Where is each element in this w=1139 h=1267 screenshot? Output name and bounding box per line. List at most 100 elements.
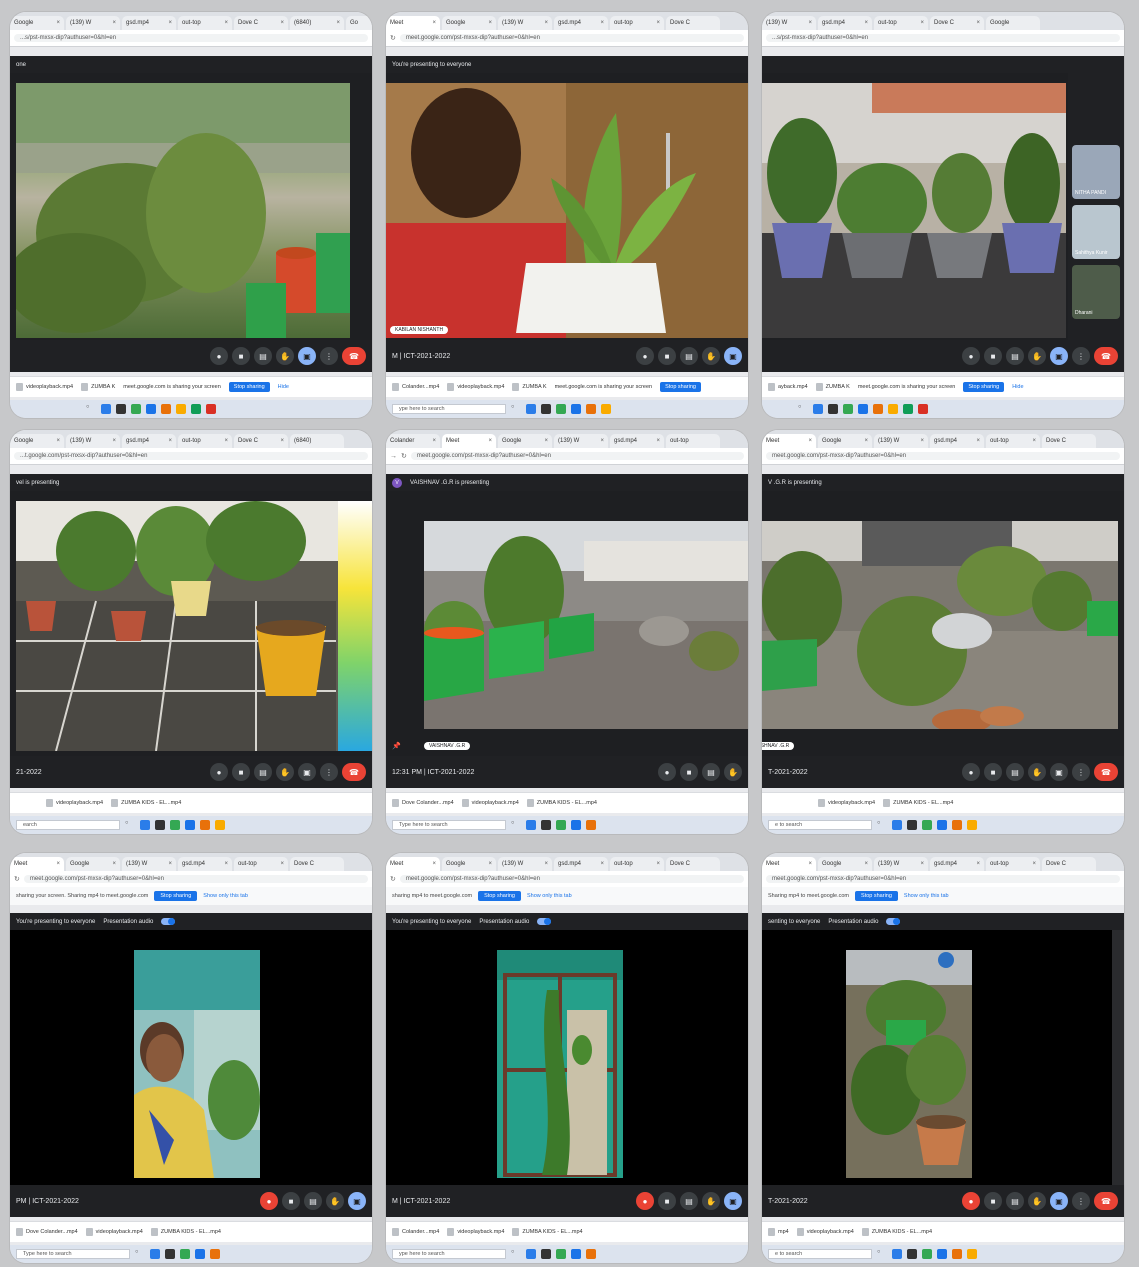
close-icon[interactable]: ×	[224, 438, 228, 444]
present-icon[interactable]: ▣	[1050, 1192, 1068, 1210]
browser-tab[interactable]: Dove C	[290, 857, 344, 871]
captions-icon[interactable]: ▤	[680, 347, 698, 365]
mic-off-icon[interactable]: ●	[962, 1192, 980, 1210]
browser-tab[interactable]: (139) W ×	[498, 16, 552, 30]
present-icon[interactable]: ▣	[1050, 763, 1068, 781]
start-icon[interactable]: ○	[86, 404, 96, 414]
browser-tab[interactable]: gsd.mp4 ×	[930, 434, 984, 448]
mail-icon[interactable]	[541, 1249, 551, 1259]
folder-icon[interactable]	[215, 820, 225, 830]
office-icon[interactable]	[952, 820, 962, 830]
edge-icon[interactable]	[813, 404, 823, 414]
close-icon[interactable]: ×	[432, 20, 436, 26]
close-icon[interactable]: ×	[656, 861, 660, 867]
camera-icon[interactable]: ■	[282, 1192, 300, 1210]
end-call-icon[interactable]: ☎	[342, 347, 366, 365]
browser-tab[interactable]: Dove C	[1042, 857, 1096, 871]
browser-tab[interactable]: out-top ×	[874, 16, 928, 30]
mic-icon[interactable]: ●	[636, 347, 654, 365]
close-icon[interactable]: ×	[432, 438, 436, 444]
reload-icon[interactable]: ↻	[401, 452, 407, 460]
present-icon[interactable]: ▣	[298, 347, 316, 365]
forward-icon[interactable]: →	[390, 453, 397, 460]
download-item[interactable]: ZUMBA KIDS - EL...mp4	[111, 799, 181, 807]
browser-tab[interactable]: gsd.mp4 ×	[122, 434, 176, 448]
browser-tab[interactable]: Dove C ×	[234, 16, 288, 30]
stop-sharing-button[interactable]: Stop sharing	[154, 891, 198, 901]
present-icon[interactable]: ▣	[348, 1192, 366, 1210]
edge-icon[interactable]	[892, 1249, 902, 1259]
close-icon[interactable]: ×	[920, 438, 924, 444]
close-icon[interactable]: ×	[56, 438, 60, 444]
download-item[interactable]: videoplayback.mp4	[796, 1228, 854, 1236]
excel-icon[interactable]	[191, 404, 201, 414]
mail-icon[interactable]	[541, 820, 551, 830]
raise-hand-icon[interactable]: ✋	[326, 1192, 344, 1210]
camera-icon[interactable]: ■	[658, 347, 676, 365]
download-item[interactable]: mp4	[768, 1228, 789, 1236]
chrome-icon[interactable]	[556, 1249, 566, 1259]
office-icon[interactable]	[210, 1249, 220, 1259]
mic-icon[interactable]: ●	[210, 763, 228, 781]
browser-tab[interactable]: gsd.mp4 ×	[178, 857, 232, 871]
close-icon[interactable]: ×	[488, 861, 492, 867]
office-icon[interactable]	[586, 1249, 596, 1259]
mail-icon[interactable]	[155, 820, 165, 830]
raise-hand-icon[interactable]: ✋	[1028, 763, 1046, 781]
more-icon[interactable]: ⋮	[1072, 763, 1090, 781]
browser-tab[interactable]: (139) W ×	[66, 16, 120, 30]
download-item[interactable]: Dove Colander...mp4	[16, 1228, 78, 1236]
close-icon[interactable]: ×	[112, 861, 116, 867]
browser-tab[interactable]: out-top ×	[610, 16, 664, 30]
chrome-icon[interactable]	[556, 404, 566, 414]
close-icon[interactable]: ×	[864, 438, 868, 444]
chrome-icon[interactable]	[131, 404, 141, 414]
close-icon[interactable]: ×	[112, 20, 116, 26]
close-icon[interactable]: ×	[808, 861, 812, 867]
stop-sharing-button[interactable]: Stop sharing	[855, 891, 898, 901]
start-icon[interactable]: ○	[877, 820, 887, 830]
raise-hand-icon[interactable]: ✋	[702, 1192, 720, 1210]
browser-tab[interactable]: Meet ×	[386, 16, 440, 30]
browser-tab[interactable]: Meet ×	[10, 857, 64, 871]
close-icon[interactable]: ×	[280, 20, 284, 26]
present-icon[interactable]: ▣	[1050, 347, 1068, 365]
mic-icon[interactable]: ●	[962, 347, 980, 365]
folder-icon[interactable]	[888, 404, 898, 414]
zoom-icon[interactable]	[146, 404, 156, 414]
url-field[interactable]: meet.google.com/pst-mxsx-dip?authuser=0&…	[766, 452, 1120, 460]
url-field[interactable]: meet.google.com/pst-mxsx-dip?authuser=0&…	[23, 875, 368, 883]
browser-tab[interactable]: out-top ×	[178, 16, 232, 30]
browser-tab[interactable]: (139) W ×	[874, 857, 928, 871]
close-icon[interactable]: ×	[976, 861, 980, 867]
close-icon[interactable]: ×	[976, 20, 980, 26]
end-call-icon[interactable]: ☎	[1094, 347, 1118, 365]
camera-icon[interactable]: ■	[984, 347, 1002, 365]
more-icon[interactable]: ⋮	[320, 763, 338, 781]
chrome-icon[interactable]	[843, 404, 853, 414]
browser-tab[interactable]: Meet ×	[762, 434, 816, 448]
pin-icon[interactable]: 📌	[392, 742, 401, 750]
reload-icon[interactable]: ↻	[390, 875, 396, 883]
raise-hand-icon[interactable]: ✋	[702, 347, 720, 365]
browser-tab[interactable]: (6840)	[290, 434, 344, 448]
edge-icon[interactable]	[526, 1249, 536, 1259]
captions-icon[interactable]: ▤	[1006, 1192, 1024, 1210]
download-item[interactable]: ayback.mp4	[768, 383, 808, 391]
close-icon[interactable]: ×	[600, 20, 604, 26]
browser-tab[interactable]: out-top	[666, 434, 720, 448]
start-icon[interactable]: ○	[135, 1249, 145, 1259]
url-field[interactable]: meet.google.com/pst-mxsx-dip?authuser=0&…	[399, 34, 744, 42]
captions-icon[interactable]: ▤	[254, 763, 272, 781]
zoom-icon[interactable]	[571, 820, 581, 830]
mic-off-icon[interactable]: ●	[636, 1192, 654, 1210]
mail-icon[interactable]	[907, 1249, 917, 1259]
close-icon[interactable]: ×	[168, 438, 172, 444]
present-icon[interactable]: ▣	[298, 763, 316, 781]
close-icon[interactable]: ×	[1032, 438, 1036, 444]
mic-off-icon[interactable]: ●	[260, 1192, 278, 1210]
app-icon[interactable]	[918, 404, 928, 414]
download-item[interactable]: Colander...mp4	[392, 1228, 439, 1236]
download-item[interactable]: videoplayback.mp4	[461, 799, 519, 807]
captions-icon[interactable]: ▤	[1006, 347, 1024, 365]
